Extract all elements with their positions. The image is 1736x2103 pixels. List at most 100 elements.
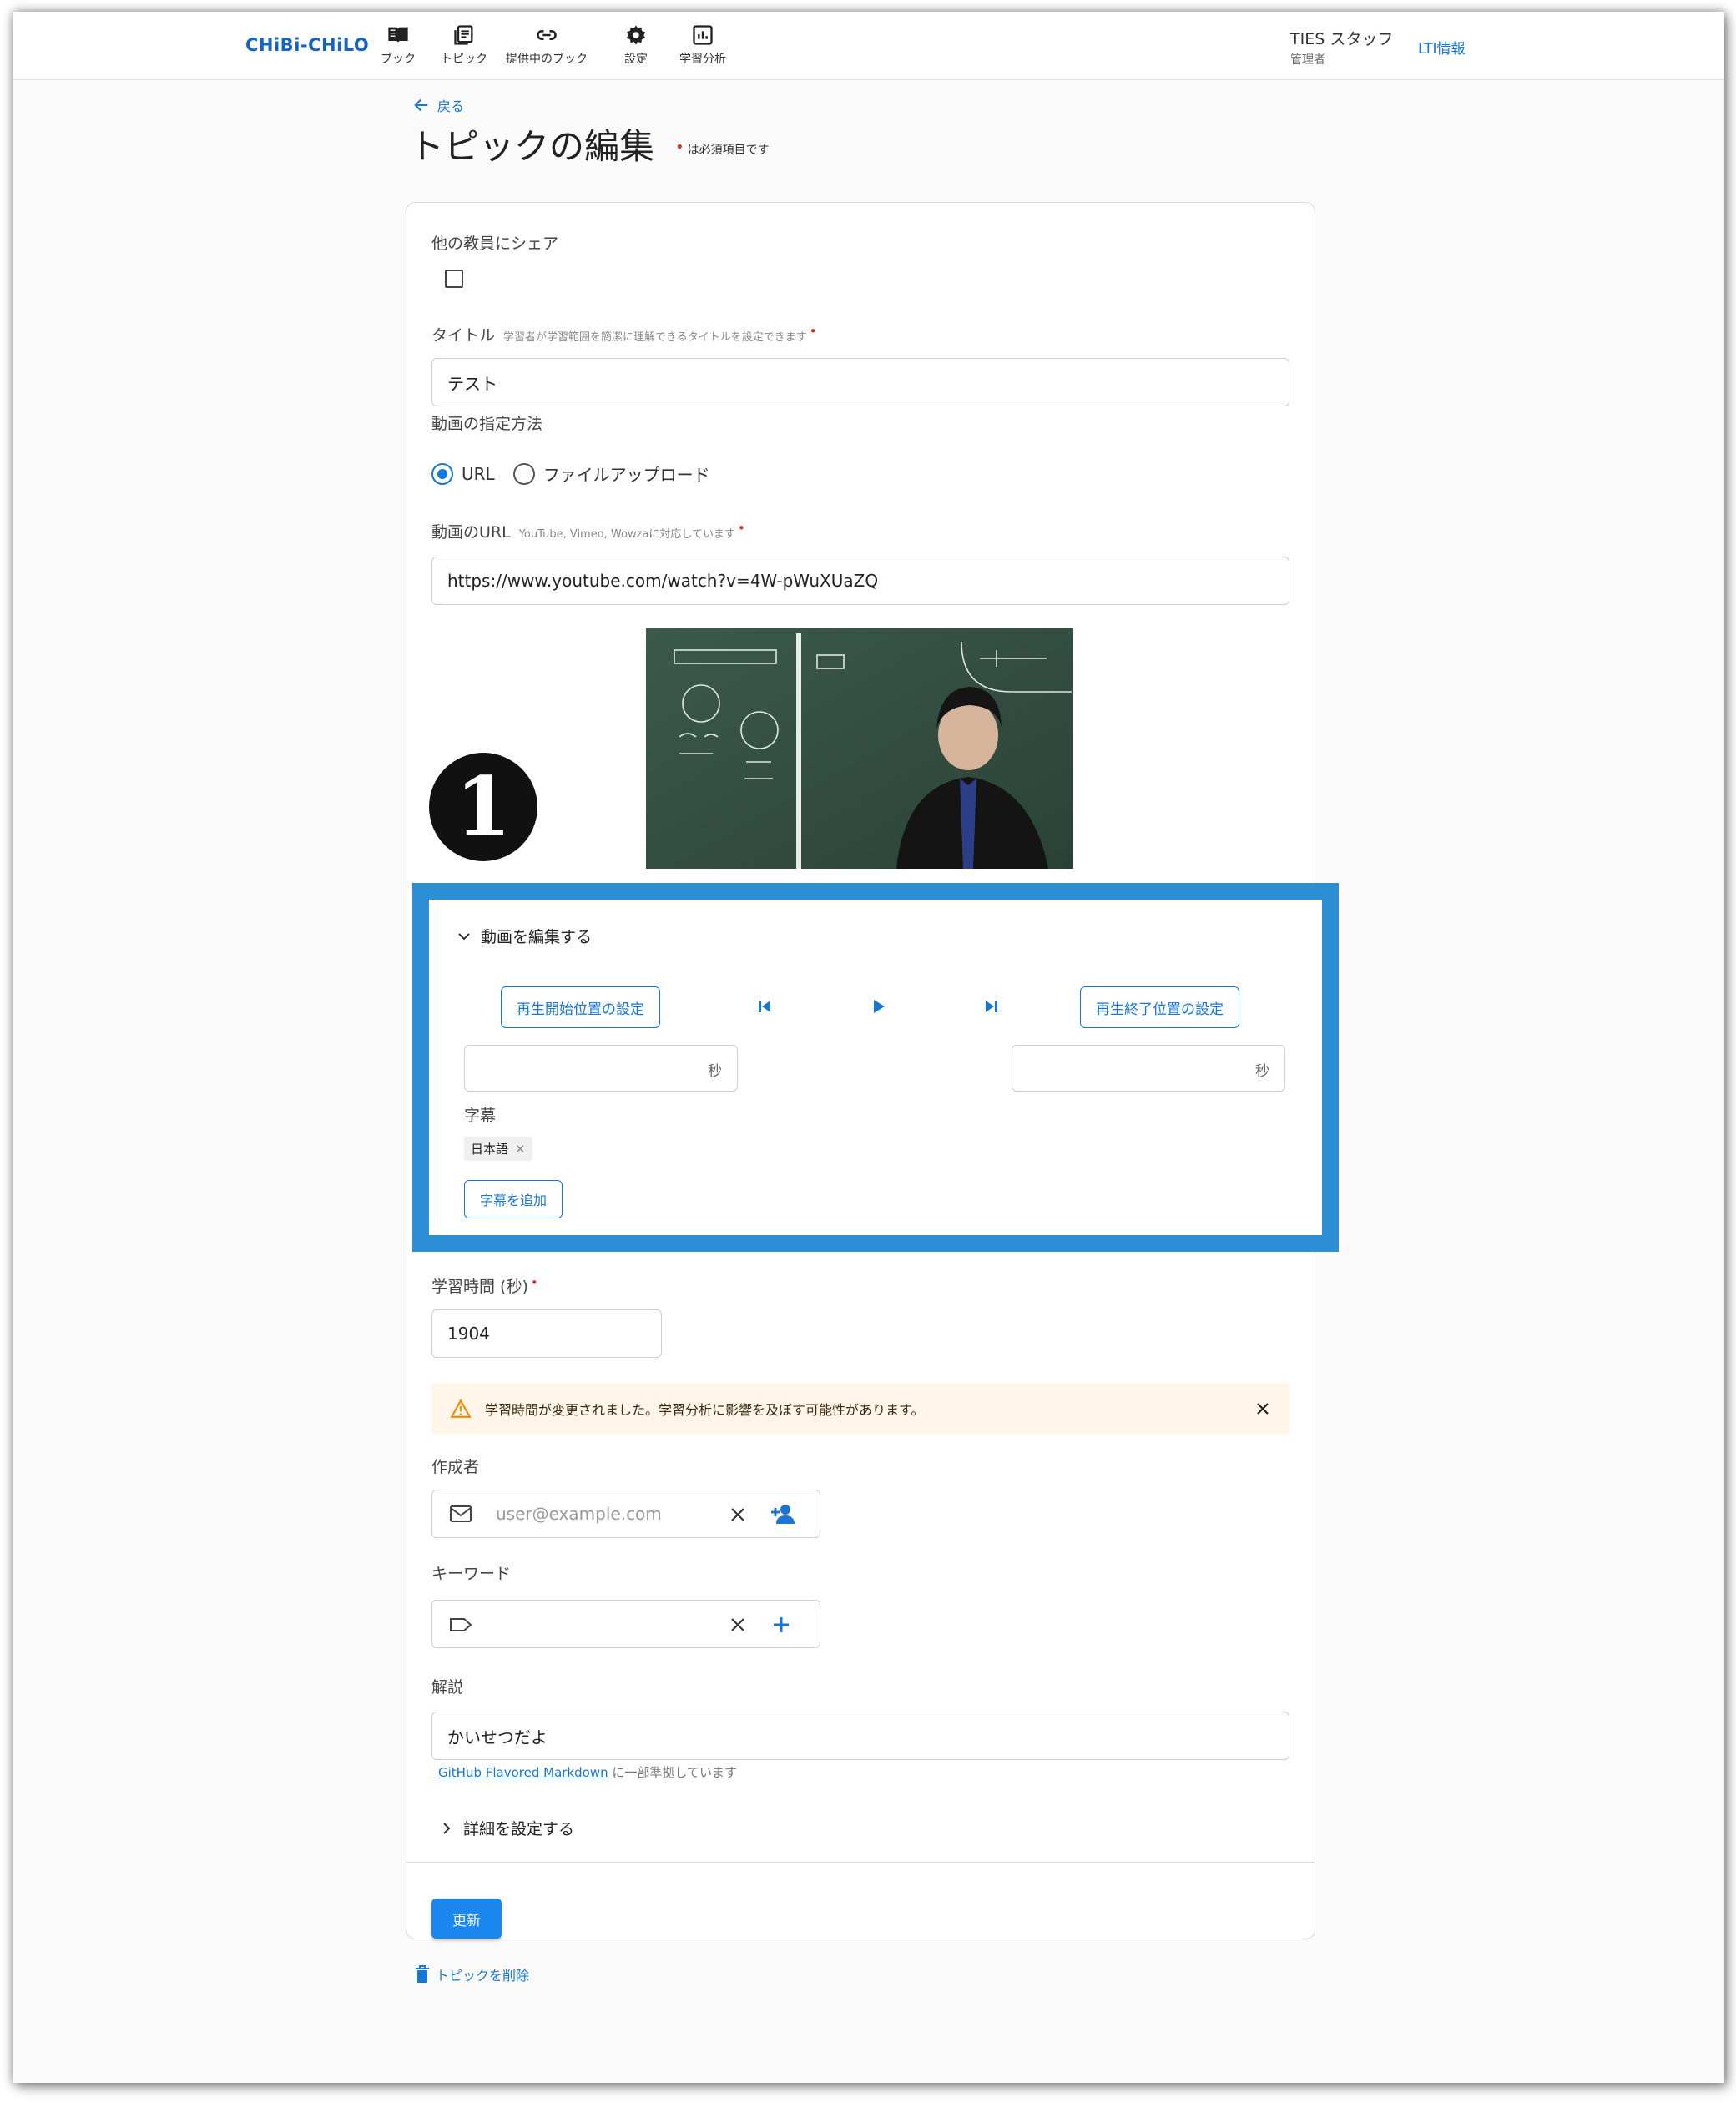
required-marker: • xyxy=(530,1275,538,1290)
update-button[interactable]: 更新 xyxy=(431,1899,502,1939)
start-seconds-unit: 秒 xyxy=(708,1063,722,1080)
author-placeholder: user@example.com xyxy=(496,1504,662,1524)
markdown-note-text: に一部準拠しています xyxy=(612,1765,737,1780)
lti-info-link[interactable]: LTI情報 xyxy=(1418,37,1466,58)
nav-topic-label: トピック xyxy=(441,53,487,66)
nav-topic[interactable]: トピック xyxy=(441,23,487,67)
topic-icon xyxy=(454,25,473,45)
video-url-hint: YouTube, Vimeo, Wowzaに対応しています xyxy=(518,528,736,541)
delete-topic-link[interactable]: トピックを削除 xyxy=(414,1964,529,1984)
nav-settings[interactable]: 設定 xyxy=(624,23,648,67)
share-checkbox[interactable] xyxy=(445,270,463,288)
title-input[interactable]: テスト xyxy=(431,358,1289,406)
title-hint: 学習者が学習範囲を簡潔に理解できるタイトルを設定できます xyxy=(503,331,807,344)
user-menu[interactable]: TIES スタッフ 管理者 xyxy=(1290,27,1393,68)
skip-previous-icon[interactable] xyxy=(754,996,775,1016)
keyword-field[interactable] xyxy=(431,1600,820,1648)
radio-url-label: URL xyxy=(462,463,495,484)
analytics-icon xyxy=(693,25,713,45)
nav-settings-label: 設定 xyxy=(624,53,648,66)
set-start-button[interactable]: 再生開始位置の設定 xyxy=(501,986,660,1028)
video-edit-toggle[interactable]: 動画を編集する xyxy=(457,925,592,947)
tag-icon xyxy=(450,1618,472,1631)
radio-file-upload-label: ファイルアップロード xyxy=(542,465,710,485)
back-link[interactable]: 戻る xyxy=(412,95,464,115)
card-divider xyxy=(406,1862,1315,1863)
remove-chip-icon[interactable]: ✕ xyxy=(515,1142,526,1157)
clear-icon[interactable] xyxy=(729,1506,746,1523)
markdown-link[interactable]: GitHub Flavored Markdown xyxy=(438,1765,608,1780)
user-name: TIES スタッフ xyxy=(1290,30,1394,48)
required-note: • は必須項目です xyxy=(675,139,770,158)
nav-analytics[interactable]: 学習分析 xyxy=(679,23,726,67)
warning-text: 学習時間が変更されました。学習分析に影響を及ぼす可能性があります。 xyxy=(485,1402,925,1418)
required-marker: • xyxy=(738,521,745,536)
add-subtitle-button[interactable]: 字幕を追加 xyxy=(464,1180,563,1218)
video-editor-highlight: 動画を編集する 再生開始位置の設定 再生終了位置の設定 秒 秒 字幕 日本語 ✕… xyxy=(412,883,1339,1252)
arrow-left-icon xyxy=(414,98,428,112)
page-title: トピックの編集 xyxy=(409,126,655,167)
video-edit-toggle-label: 動画を編集する xyxy=(481,928,593,946)
video-url-label-text: 動画のURL xyxy=(431,523,511,542)
learning-time-label-text: 学習時間 (秒) xyxy=(431,1278,528,1296)
app-bar: CHiBi-CHiLO ブック トピック 提供中のブック 設定 学習分析 TIE… xyxy=(13,12,1724,80)
learning-time-label: 学習時間 (秒) • xyxy=(431,1274,538,1297)
nav-provided-books[interactable]: 提供中のブック xyxy=(506,23,588,67)
title-label: タイトル 学習者が学習範囲を簡潔に理解できるタイトルを設定できます • xyxy=(431,323,817,345)
set-end-button[interactable]: 再生終了位置の設定 xyxy=(1080,986,1239,1028)
warning-icon xyxy=(450,1399,472,1418)
title-label-text: タイトル xyxy=(431,326,496,345)
details-toggle-label: 詳細を設定する xyxy=(463,1820,575,1838)
required-note-text: は必須項目です xyxy=(687,144,770,157)
commentary-input[interactable]: かいせつだよ xyxy=(431,1712,1289,1760)
close-icon[interactable] xyxy=(1254,1400,1271,1417)
annotation-number-badge: 1 xyxy=(429,753,537,861)
trash-icon xyxy=(416,1965,429,1983)
clear-icon[interactable] xyxy=(729,1616,746,1633)
start-seconds-input[interactable]: 秒 xyxy=(464,1045,738,1092)
gear-icon xyxy=(626,25,646,45)
add-icon[interactable] xyxy=(771,1615,791,1635)
link-icon xyxy=(537,30,557,40)
end-seconds-unit: 秒 xyxy=(1255,1063,1269,1080)
play-icon[interactable] xyxy=(868,996,888,1016)
nav-provided-books-label: 提供中のブック xyxy=(506,53,588,66)
back-label: 戻る xyxy=(437,98,465,114)
add-person-icon[interactable] xyxy=(770,1502,796,1526)
subtitle-label: 字幕 xyxy=(464,1107,497,1125)
commentary-label: 解説 xyxy=(431,1678,464,1697)
subtitle-chip-label: 日本語 xyxy=(471,1142,509,1157)
author-label: 作成者 xyxy=(431,1458,480,1476)
video-preview[interactable] xyxy=(646,628,1073,869)
book-icon xyxy=(388,27,408,43)
app-logo[interactable]: CHiBi-CHiLO xyxy=(245,35,369,55)
video-method-radio-group: URL ファイルアップロード xyxy=(431,461,710,486)
skip-next-icon[interactable] xyxy=(982,996,1002,1016)
video-method-label: 動画の指定方法 xyxy=(431,415,543,433)
keyword-label: キーワード xyxy=(431,1565,512,1583)
share-label: 他の教員にシェア xyxy=(431,235,559,253)
chevron-down-icon xyxy=(458,932,470,940)
markdown-note: GitHub Flavored Markdown に一部準拠しています xyxy=(438,1763,737,1781)
video-frame-image xyxy=(646,628,1073,869)
details-toggle[interactable]: 詳細を設定する xyxy=(442,1817,574,1839)
nav-book[interactable]: ブック xyxy=(381,23,416,67)
subtitle-chip: 日本語 ✕ xyxy=(464,1137,532,1161)
radio-url[interactable] xyxy=(431,462,453,485)
video-url-input[interactable]: https://www.youtube.com/watch?v=4W-pWuXU… xyxy=(431,557,1289,605)
required-marker: • xyxy=(809,324,817,339)
learning-time-input[interactable]: 1904 xyxy=(431,1309,662,1358)
chevron-right-icon xyxy=(443,1822,451,1834)
learning-time-warning: 学習時間が変更されました。学習分析に影響を及ぼす可能性があります。 xyxy=(431,1383,1289,1435)
mail-icon xyxy=(450,1505,472,1522)
radio-file-upload[interactable] xyxy=(512,462,535,485)
app-window: CHiBi-CHiLO ブック トピック 提供中のブック 設定 学習分析 TIE… xyxy=(13,12,1724,2083)
author-field[interactable]: user@example.com xyxy=(431,1490,820,1538)
nav-analytics-label: 学習分析 xyxy=(679,53,726,66)
required-marker: • xyxy=(675,139,684,156)
video-url-label: 動画のURL YouTube, Vimeo, Wowzaに対応しています • xyxy=(431,520,745,542)
delete-topic-label: トピックを削除 xyxy=(436,1968,530,1984)
nav-book-label: ブック xyxy=(381,53,416,66)
user-role: 管理者 xyxy=(1290,53,1325,67)
end-seconds-input[interactable]: 秒 xyxy=(1012,1045,1285,1092)
